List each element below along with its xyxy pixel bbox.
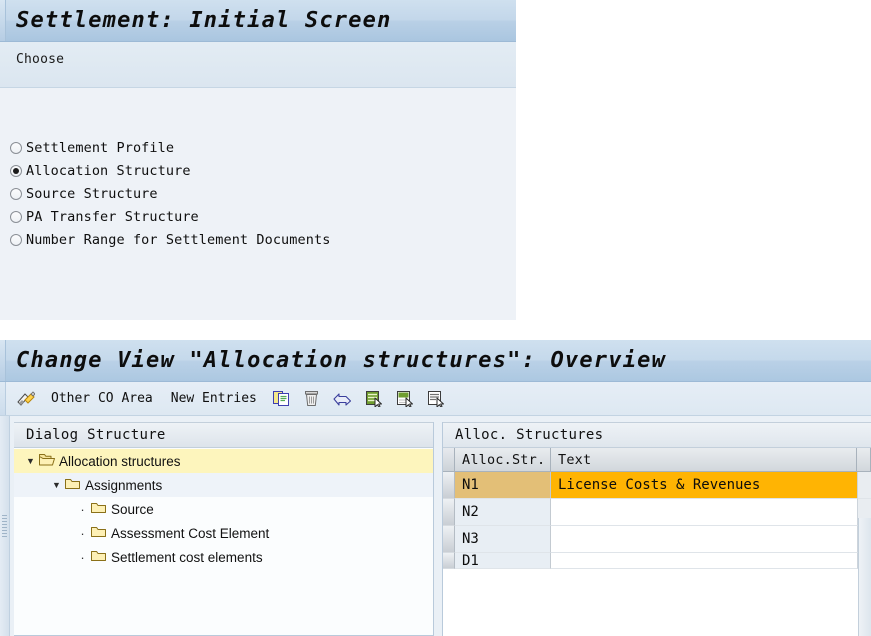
new-entries-label: New Entries <box>170 391 257 406</box>
folder-icon <box>91 549 107 565</box>
tree-node-label: Settlement cost elements <box>111 549 263 565</box>
choose-section: Choose <box>0 42 516 88</box>
tree-leaf-bullet-icon: · <box>80 501 85 517</box>
cell-text[interactable]: License Costs & Revenues <box>551 472 857 499</box>
select-all-button[interactable] <box>360 386 389 412</box>
cell-alloc-str[interactable]: D1 <box>455 553 551 569</box>
settlement-object-radio-group: Settlement Profile Allocation Structure … <box>0 118 516 251</box>
radio-allocation-structure-icon[interactable] <box>10 164 22 177</box>
table-row[interactable]: N3 <box>443 526 871 553</box>
radio-option-source-structure[interactable]: Source Structure <box>6 182 516 205</box>
choose-label: Choose <box>16 52 65 67</box>
tree-node-allocation-structures[interactable]: ▼ Allocation structures <box>14 449 433 473</box>
alloc-structures-panel: Alloc. Structures Alloc.Str. Text N1 Lic… <box>442 422 871 636</box>
tree-node-label: Source <box>111 501 154 517</box>
new-entries-button[interactable]: New Entries <box>163 386 265 412</box>
select-block-detail-icon <box>396 390 414 408</box>
settlement-initial-screen-window: Settlement: Initial Screen Choose Settle… <box>0 0 516 320</box>
initial-screen-title-bar: Settlement: Initial Screen <box>0 0 516 42</box>
allocation-structures-overview-window: Change View "Allocation structures": Ove… <box>0 340 871 636</box>
radio-pa-transfer-structure-label: PA Transfer Structure <box>26 208 199 225</box>
folder-open-icon <box>39 453 55 469</box>
copy-icon <box>272 390 290 407</box>
cell-text[interactable] <box>551 499 857 526</box>
cell-alloc-str[interactable]: N3 <box>455 526 551 553</box>
radio-option-settlement-profile[interactable]: Settlement Profile <box>6 136 516 159</box>
cell-text[interactable] <box>551 526 857 553</box>
tree-node-label: Allocation structures <box>59 453 181 469</box>
dialog-structure-header: Dialog Structure <box>14 422 433 448</box>
tree-node-settlement-cost-elements[interactable]: · Settlement cost elements <box>14 545 433 569</box>
other-co-area-label: Other CO Area <box>51 391 153 406</box>
radio-number-range-label: Number Range for Settlement Documents <box>26 231 331 248</box>
radio-source-structure-label: Source Structure <box>26 185 158 202</box>
row-selector[interactable] <box>443 526 455 553</box>
overview-content-area: Dialog Structure ▼ Allocation structures <box>0 416 871 636</box>
column-header-overflow[interactable] <box>857 448 871 472</box>
column-header-text[interactable]: Text <box>551 448 857 472</box>
overview-title-bar: Change View "Allocation structures": Ove… <box>0 340 871 382</box>
pencil-display-change-icon <box>16 390 36 407</box>
table-row[interactable]: N2 <box>443 499 871 526</box>
cell-alloc-str[interactable]: N1 <box>455 472 551 499</box>
select-all-detail-icon <box>365 390 383 408</box>
tree-leaf-bullet-icon: · <box>80 549 85 565</box>
undo-button[interactable] <box>327 386 358 412</box>
dialog-structure-panel: Dialog Structure ▼ Allocation structures <box>14 422 434 636</box>
row-selector[interactable] <box>443 553 455 569</box>
cell-text[interactable] <box>551 553 857 569</box>
alloc-structures-grid: Alloc.Str. Text N1 License Costs & Reven… <box>443 448 871 636</box>
table-row[interactable]: N1 License Costs & Revenues <box>443 472 871 499</box>
tree-node-label: Assignments <box>85 477 163 493</box>
initial-screen-title: Settlement: Initial Screen <box>16 8 392 33</box>
radio-settlement-profile-label: Settlement Profile <box>26 139 175 156</box>
radio-option-pa-transfer-structure[interactable]: PA Transfer Structure <box>6 205 516 228</box>
row-selector[interactable] <box>443 499 455 526</box>
radio-source-structure-icon[interactable] <box>10 187 22 200</box>
row-overflow <box>857 472 871 499</box>
radio-settlement-profile-icon[interactable] <box>10 141 22 154</box>
grid-header-row: Alloc.Str. Text <box>443 448 871 472</box>
splitter-grip-icon <box>2 515 7 537</box>
tree-node-label: Assessment Cost Element <box>111 525 270 541</box>
delete-trash-icon <box>304 390 319 407</box>
column-header-alloc-str[interactable]: Alloc.Str. <box>455 448 551 472</box>
grid-select-all-corner[interactable] <box>443 448 455 472</box>
delete-button[interactable] <box>298 386 325 412</box>
radio-pa-transfer-structure-icon[interactable] <box>10 210 22 223</box>
select-block-button[interactable] <box>391 386 420 412</box>
undo-icon <box>333 390 352 407</box>
radio-allocation-structure-label: Allocation Structure <box>26 162 191 179</box>
grid-vertical-scrollbar[interactable] <box>858 518 871 636</box>
radio-number-range-icon[interactable] <box>10 233 22 246</box>
folder-icon <box>91 525 107 541</box>
dialog-structure-tree: ▼ Allocation structures ▼ Assignments · … <box>14 448 433 635</box>
display-change-button[interactable] <box>10 386 41 412</box>
expand-collapse-triangle-icon[interactable]: ▼ <box>24 456 37 466</box>
tree-node-assessment-cost-element[interactable]: · Assessment Cost Element <box>14 521 433 545</box>
overview-toolbar: Other CO Area New Entries <box>0 382 871 416</box>
initial-screen-spacer <box>0 88 516 118</box>
details-button[interactable] <box>422 386 451 412</box>
radio-option-allocation-structure[interactable]: Allocation Structure <box>6 159 516 182</box>
other-co-area-button[interactable]: Other CO Area <box>43 386 161 412</box>
radio-option-number-range[interactable]: Number Range for Settlement Documents <box>6 228 516 251</box>
row-selector[interactable] <box>443 472 455 499</box>
folder-icon <box>91 501 107 517</box>
copy-button[interactable] <box>267 386 296 412</box>
tree-leaf-bullet-icon: · <box>80 525 85 541</box>
folder-icon <box>65 477 81 493</box>
overview-title: Change View "Allocation structures": Ove… <box>16 348 667 373</box>
alloc-structures-caption: Alloc. Structures <box>443 422 871 448</box>
expand-collapse-triangle-icon[interactable]: ▼ <box>50 480 63 490</box>
app-screen: Settlement: Initial Screen Choose Settle… <box>0 0 871 636</box>
tree-node-source[interactable]: · Source <box>14 497 433 521</box>
left-splitter[interactable] <box>0 416 10 636</box>
tree-node-assignments[interactable]: ▼ Assignments <box>14 473 433 497</box>
table-row[interactable]: D1 <box>443 553 871 569</box>
cell-alloc-str[interactable]: N2 <box>455 499 551 526</box>
details-list-icon <box>427 390 445 408</box>
